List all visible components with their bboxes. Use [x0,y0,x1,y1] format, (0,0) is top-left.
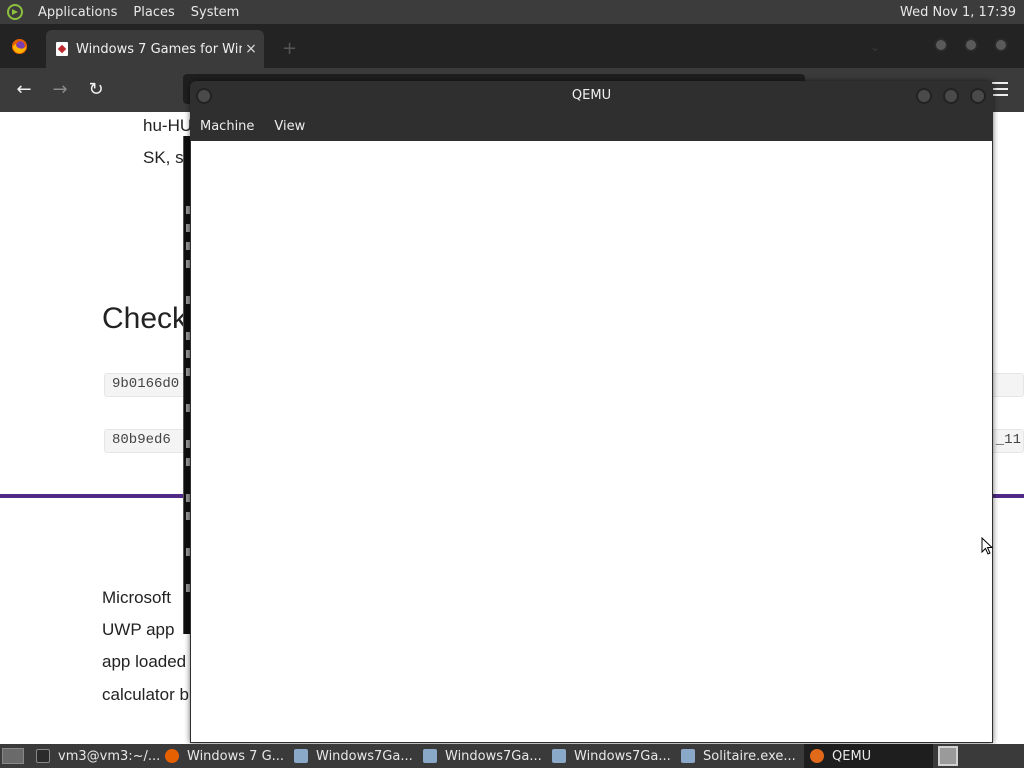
taskbar-item[interactable]: Windows7Ga... [546,744,675,768]
close-window-button[interactable] [994,38,1008,52]
checksum-text: 80b9ed6 [112,432,171,448]
close-tab-icon[interactable]: × [242,41,260,57]
firefox-icon[interactable] [11,38,28,55]
language-line: SK, s [143,148,184,167]
paragraph-line: app loaded [102,652,187,671]
taskbar-item-label: Windows7Ga... [574,748,671,764]
browser-tab-bar: Windows 7 Games for Wind × + ⌄ [0,24,1024,68]
taskbar-item[interactable]: Windows 7 G... [159,744,288,768]
taskbar-item[interactable]: Windows7Ga... [417,744,546,768]
file-manager-icon [294,749,308,763]
mouse-cursor-icon [981,537,993,555]
minimize-button[interactable] [916,88,932,104]
distro-logo-icon[interactable] [6,3,24,21]
chevron-down-icon[interactable]: ⌄ [870,40,880,54]
reload-icon[interactable]: ↻ [86,80,106,100]
qemu-icon [810,749,824,763]
paragraph-line: UWP app [102,620,175,639]
taskbar-item[interactable]: vm3@vm3:~/... [30,744,159,768]
taskbar-item-label: Windows7Ga... [316,748,413,764]
top-panel: Applications Places System Wed Nov 1, 17… [0,0,1024,24]
maximize-button[interactable] [943,88,959,104]
tab-title: Windows 7 Games for Wind [76,41,242,57]
browser-tab[interactable]: Windows 7 Games for Wind × [46,30,264,68]
clock[interactable]: Wed Nov 1, 17:39 [900,5,1024,20]
forward-arrow-icon[interactable]: → [50,80,70,100]
taskbar-item[interactable]: Solitaire.exe... [675,744,804,768]
close-window-button[interactable] [970,88,986,104]
places-menu[interactable]: Places [125,5,182,20]
maximize-button[interactable] [964,38,978,52]
show-desktop-button[interactable] [2,748,24,764]
file-manager-icon [423,749,437,763]
new-tab-button[interactable]: + [282,38,297,59]
taskbar-item-label: QEMU [832,748,872,764]
file-manager-icon [552,749,566,763]
checksum-text: 9b0166d0 [112,376,180,392]
browser-window-controls [934,38,1024,52]
taskbar: vm3@vm3:~/... Windows 7 G... Windows7Ga.… [0,744,1024,768]
terminal-icon [36,749,50,763]
checksum-suffix: _11 [995,432,1021,448]
qemu-window[interactable]: QEMU Machine View [190,81,993,743]
taskbar-item-label: Solitaire.exe... [703,748,796,764]
taskbar-item-label: Windows 7 G... [187,748,285,764]
section-heading: Check [102,302,188,335]
system-menu[interactable]: System [183,5,247,20]
vm-display[interactable] [191,141,992,742]
back-arrow-icon[interactable]: ← [14,80,34,100]
workspace-switcher[interactable] [938,746,958,766]
taskbar-item[interactable]: Windows7Ga... [288,744,417,768]
file-manager-icon [681,749,695,763]
taskbar-item-label: Windows7Ga... [445,748,542,764]
qemu-title: QEMU [571,88,612,103]
firefox-icon [165,749,179,763]
machine-menu[interactable]: Machine [190,119,264,134]
view-menu[interactable]: View [264,119,315,134]
paragraph-line: calculator b [102,685,189,704]
card-favicon-icon [56,42,68,56]
hamburger-menu-icon[interactable] [992,82,1008,96]
applications-menu[interactable]: Applications [30,5,125,20]
taskbar-item[interactable]: QEMU [804,744,933,768]
language-line: hu-HU [143,116,193,135]
taskbar-item-label: vm3@vm3:~/... [58,748,159,764]
qemu-menubar: Machine View [190,111,993,141]
paragraph-line: Microsoft [102,588,171,607]
minimize-button[interactable] [934,38,948,52]
